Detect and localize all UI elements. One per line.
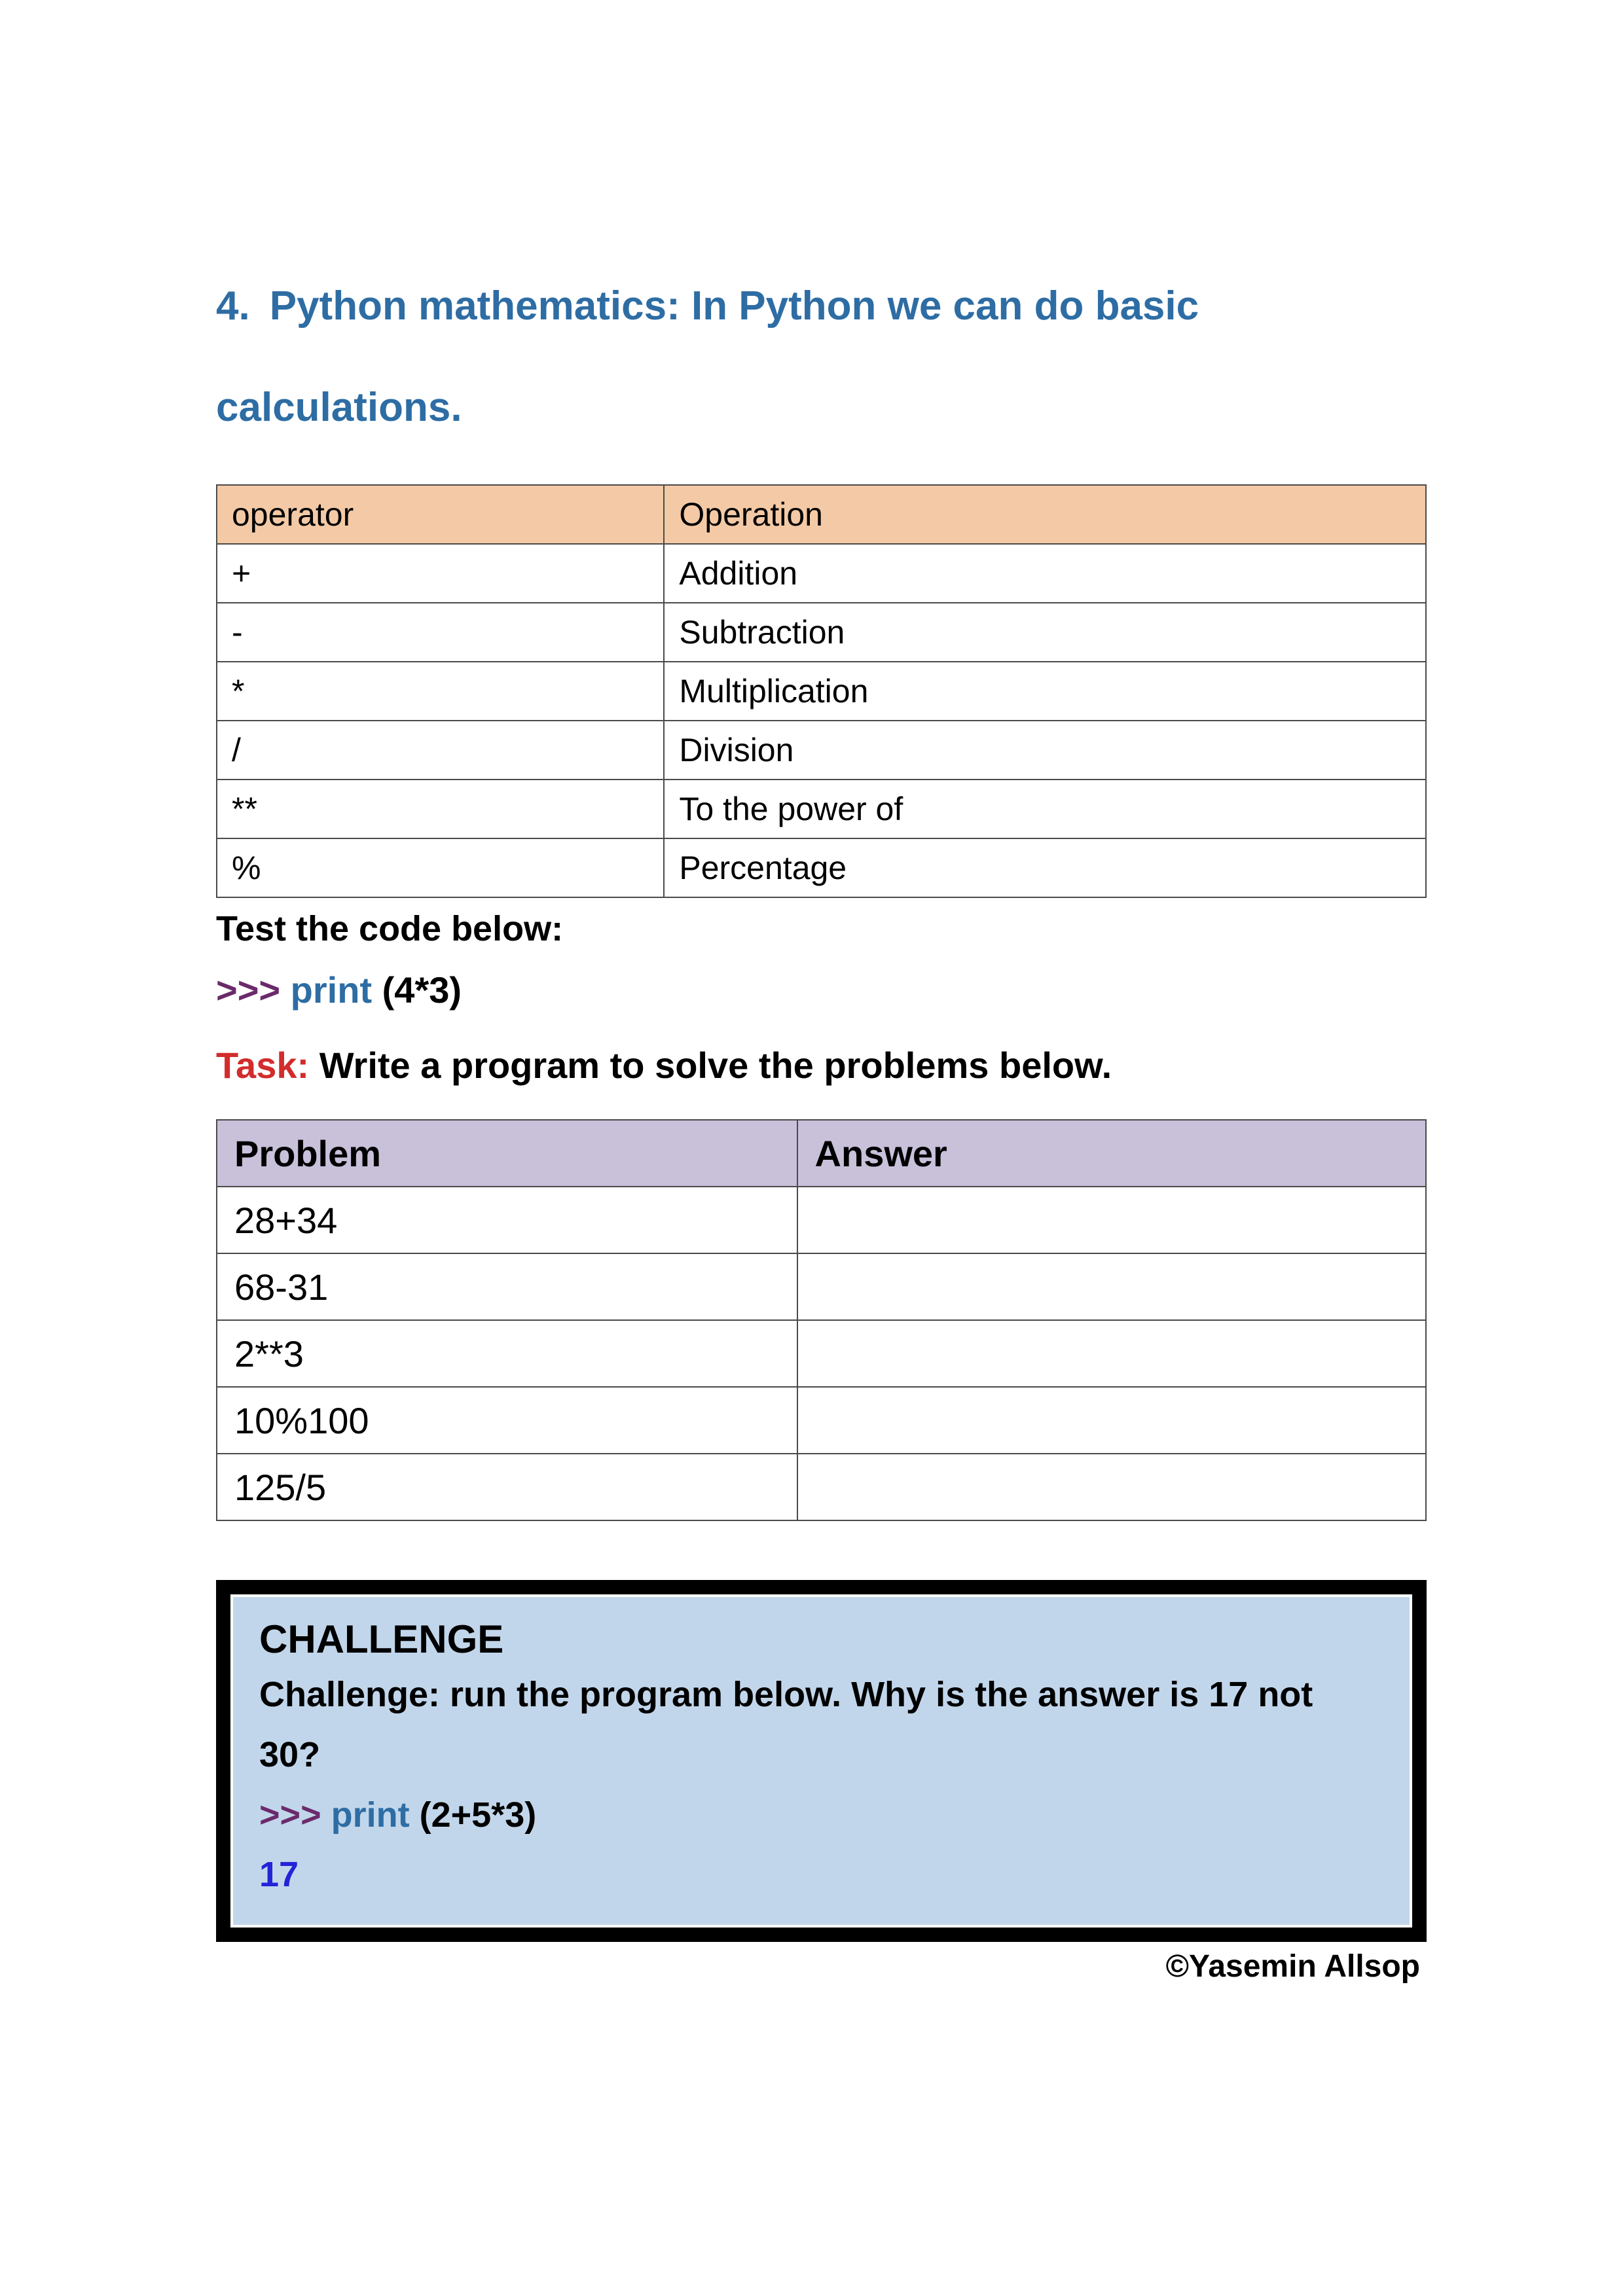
ops-cell: - — [217, 603, 664, 662]
answer-cell — [797, 1454, 1426, 1520]
challenge-body: Challenge: run the program below. Why is… — [259, 1665, 1383, 1905]
code-prompt: >>> — [216, 969, 280, 1011]
ops-cell: Addition — [664, 544, 1426, 603]
answer-cell — [797, 1187, 1426, 1253]
challenge-inner: CHALLENGE Challenge: run the program bel… — [230, 1594, 1412, 1928]
ops-cell: / — [217, 721, 664, 780]
table-row: * Multiplication — [217, 662, 1426, 721]
ops-cell: Division — [664, 721, 1426, 780]
ops-cell: + — [217, 544, 664, 603]
problem-cell: 2**3 — [217, 1320, 797, 1387]
answer-cell — [797, 1387, 1426, 1454]
table-row: + Addition — [217, 544, 1426, 603]
table-row: 125/5 — [217, 1454, 1426, 1520]
answer-cell — [797, 1253, 1426, 1320]
ops-header-operator: operator — [217, 485, 664, 544]
challenge-code-keyword: print — [331, 1795, 410, 1835]
problem-cell: 10%100 — [217, 1387, 797, 1454]
section-title: 4.Python mathematics: In Python we can d… — [216, 255, 1427, 458]
problems-table: Problem Answer 28+34 68-31 2**3 10%100 — [216, 1119, 1427, 1521]
challenge-code-prompt: >>> — [259, 1795, 321, 1835]
task-text: Write a program to solve the problems be… — [319, 1045, 1112, 1086]
problems-header-answer: Answer — [797, 1120, 1426, 1187]
page: 4.Python mathematics: In Python we can d… — [0, 0, 1623, 2296]
code-example: >>> print (4*3) — [216, 969, 1427, 1011]
operators-table: operator Operation + Addition - Subtract… — [216, 484, 1427, 898]
ops-cell: ** — [217, 780, 664, 838]
code-args: (4*3) — [382, 969, 462, 1011]
challenge-text: Challenge: run the program below. Why is… — [259, 1675, 1313, 1774]
challenge-heading: CHALLENGE — [259, 1617, 1383, 1662]
ops-header-operation: Operation — [664, 485, 1426, 544]
code-keyword: print — [291, 969, 372, 1011]
ops-cell: To the power of — [664, 780, 1426, 838]
task-line: Task: Write a program to solve the probl… — [216, 1044, 1427, 1086]
problem-cell: 28+34 — [217, 1187, 797, 1253]
ops-cell: Percentage — [664, 838, 1426, 897]
ops-cell: % — [217, 838, 664, 897]
table-row: / Division — [217, 721, 1426, 780]
challenge-answer: 17 — [259, 1855, 299, 1894]
table-row: 28+34 — [217, 1187, 1426, 1253]
problem-cell: 125/5 — [217, 1454, 797, 1520]
ops-cell: Subtraction — [664, 603, 1426, 662]
task-label: Task: — [216, 1045, 309, 1086]
challenge-code-args: (2+5*3) — [420, 1795, 537, 1835]
table-row: - Subtraction — [217, 603, 1426, 662]
section-number: 4. — [216, 283, 250, 329]
copyright: ©Yasemin Allsop — [216, 1948, 1427, 1984]
problems-header-problem: Problem — [217, 1120, 797, 1187]
ops-cell: Multiplication — [664, 662, 1426, 721]
test-label: Test the code below: — [216, 908, 1427, 949]
table-row: % Percentage — [217, 838, 1426, 897]
challenge-box: CHALLENGE Challenge: run the program bel… — [216, 1580, 1427, 1942]
table-row: 10%100 — [217, 1387, 1426, 1454]
table-row: ** To the power of — [217, 780, 1426, 838]
answer-cell — [797, 1320, 1426, 1387]
table-row: 2**3 — [217, 1320, 1426, 1387]
section-title-text: Python mathematics: In Python we can do … — [216, 283, 1199, 430]
problem-cell: 68-31 — [217, 1253, 797, 1320]
ops-cell: * — [217, 662, 664, 721]
table-row: 68-31 — [217, 1253, 1426, 1320]
